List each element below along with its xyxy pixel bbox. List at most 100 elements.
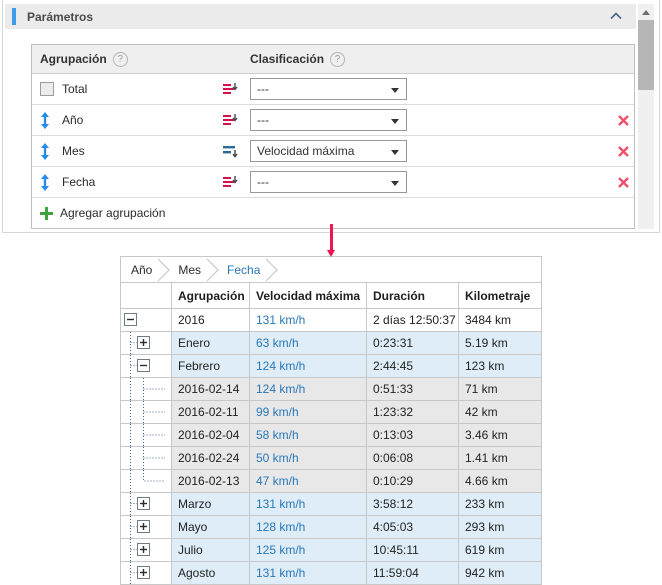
grouping-row-label: Año [62, 113, 84, 127]
distance-cell: 71 km [457, 377, 543, 401]
classification-select[interactable]: --- [250, 171, 407, 193]
remove-row-icon[interactable] [617, 114, 630, 127]
duration-cell: 0:06:08 [366, 446, 459, 470]
distance-cell: 3.46 km [457, 423, 543, 447]
table-row: 2016-02-13 47 km/h 0:10:29 4.66 km [120, 469, 543, 493]
speed-link[interactable]: 125 km/h [256, 543, 305, 557]
move-icon[interactable] [40, 167, 58, 197]
parameters-header: Parámetros [5, 4, 636, 29]
duration-cell: 10:45:11 [366, 538, 459, 562]
speed-link[interactable]: 128 km/h [256, 520, 305, 534]
table-row: Marzo 131 km/h 3:58:12 233 km [120, 492, 543, 516]
breadcrumb-item-mes[interactable]: Mes [172, 263, 205, 277]
expand-toggle[interactable] [120, 492, 172, 516]
group-cell: Julio [171, 538, 250, 562]
sort-active-icon[interactable] [222, 136, 238, 166]
breadcrumb-chevron-icon [265, 258, 279, 281]
distance-cell: 293 km [457, 515, 543, 539]
duration-cell: 0:51:33 [366, 377, 459, 401]
accent-bar [12, 8, 16, 25]
select-arrow-icon [391, 88, 399, 93]
table-row: 2016-02-11 99 km/h 1:23:32 42 km [120, 400, 543, 424]
select-arrow-icon [391, 150, 399, 155]
distance-cell: 4.66 km [457, 469, 543, 493]
distance-cell: 3484 km [457, 308, 543, 332]
distance-cell: 1.41 km [457, 446, 543, 470]
tree-branch-icon [120, 423, 172, 447]
add-icon[interactable] [40, 206, 53, 220]
move-icon[interactable] [40, 105, 58, 135]
speed-link[interactable]: 124 km/h [256, 382, 305, 396]
expand-toggle[interactable] [120, 331, 172, 355]
table-row: 2016-02-24 50 km/h 0:06:08 1.41 km [120, 446, 543, 470]
speed-link[interactable]: 99 km/h [256, 405, 299, 419]
speed-link[interactable]: 63 km/h [256, 336, 299, 350]
duration-cell: 11:59:04 [366, 561, 459, 585]
grouping-row-label: Fecha [62, 175, 96, 189]
expand-toggle[interactable] [120, 515, 172, 539]
collapse-chevron-icon[interactable] [610, 12, 622, 20]
column-header-kilometraje: Kilometraje [457, 282, 543, 309]
duration-cell: 0:10:29 [366, 469, 459, 493]
duration-cell: 2 días 12:50:37 [366, 308, 459, 332]
help-icon[interactable]: ? [330, 51, 346, 67]
table-row: Febrero 124 km/h 2:44:45 123 km [120, 354, 543, 378]
grouping-row-ano: Año --- [32, 105, 634, 136]
breadcrumb-item-ano[interactable]: Año [125, 263, 156, 277]
table-row: 2016-02-14 124 km/h 0:51:33 71 km [120, 377, 543, 401]
group-cell: 2016-02-04 [171, 423, 250, 447]
duration-cell: 0:13:03 [366, 423, 459, 447]
scrollbar-thumb[interactable] [638, 20, 654, 90]
grouping-row-label: Mes [62, 144, 85, 158]
agrupacion-column-title: Agrupación [40, 52, 107, 66]
sort-order-icon[interactable] [222, 167, 238, 197]
speed-link[interactable]: 58 km/h [256, 428, 299, 442]
total-checkbox[interactable] [40, 82, 54, 96]
distance-cell: 42 km [457, 400, 543, 424]
flow-arrow-icon [327, 224, 336, 257]
classification-select[interactable]: --- [250, 78, 407, 100]
duration-cell: 0:23:31 [366, 331, 459, 355]
column-header-agrupacion: Agrupación [171, 282, 250, 309]
expand-toggle[interactable] [120, 538, 172, 562]
speed-link[interactable]: 131 km/h [256, 313, 305, 327]
table-row: 2016-02-04 58 km/h 0:13:03 3.46 km [120, 423, 543, 447]
table-row: Agosto 131 km/h 11:59:04 942 km [120, 561, 543, 585]
breadcrumb-chevron-icon [206, 258, 219, 281]
speed-link[interactable]: 50 km/h [256, 451, 299, 465]
sort-order-icon[interactable] [222, 74, 238, 104]
breadcrumb-item-fecha[interactable]: Fecha [221, 263, 264, 277]
sort-order-icon[interactable] [222, 105, 238, 135]
speed-link[interactable]: 47 km/h [256, 474, 299, 488]
speed-link[interactable]: 131 km/h [256, 497, 305, 511]
classification-select[interactable]: Velocidad máxima [250, 140, 407, 162]
grouping-row-fecha: Fecha --- [32, 167, 634, 198]
group-cell: 2016 [171, 308, 250, 332]
speed-link[interactable]: 131 km/h [256, 566, 305, 580]
distance-cell: 942 km [457, 561, 543, 585]
tree-column-header [120, 282, 172, 309]
collapse-toggle[interactable] [120, 308, 172, 332]
table-row: Mayo 128 km/h 4:05:03 293 km [120, 515, 543, 539]
expand-toggle[interactable] [120, 561, 172, 585]
speed-link[interactable]: 124 km/h [256, 359, 305, 373]
breadcrumb-chevron-icon [157, 258, 171, 281]
grouping-row-label: Total [62, 82, 88, 96]
scrollbar-up-arrow-icon[interactable] [642, 10, 650, 15]
column-header-velocidad: Velocidad máxima [249, 282, 367, 309]
parameters-title: Parámetros [27, 10, 94, 24]
vertical-scrollbar[interactable] [638, 4, 654, 229]
distance-cell: 5.19 km [457, 331, 543, 355]
tree-branch-icon [120, 400, 172, 424]
classification-select[interactable]: --- [250, 109, 407, 131]
table-row: 2016 131 km/h 2 días 12:50:37 3484 km [120, 308, 543, 332]
distance-cell: 123 km [457, 354, 543, 378]
help-icon[interactable]: ? [112, 51, 128, 67]
move-icon[interactable] [40, 136, 58, 166]
duration-cell: 2:44:45 [366, 354, 459, 378]
table-row: Julio 125 km/h 10:45:11 619 km [120, 538, 543, 562]
collapse-toggle[interactable] [120, 354, 172, 378]
remove-row-icon[interactable] [617, 176, 630, 189]
add-grouping-label[interactable]: Agregar agrupación [60, 198, 165, 228]
remove-row-icon[interactable] [617, 145, 630, 158]
